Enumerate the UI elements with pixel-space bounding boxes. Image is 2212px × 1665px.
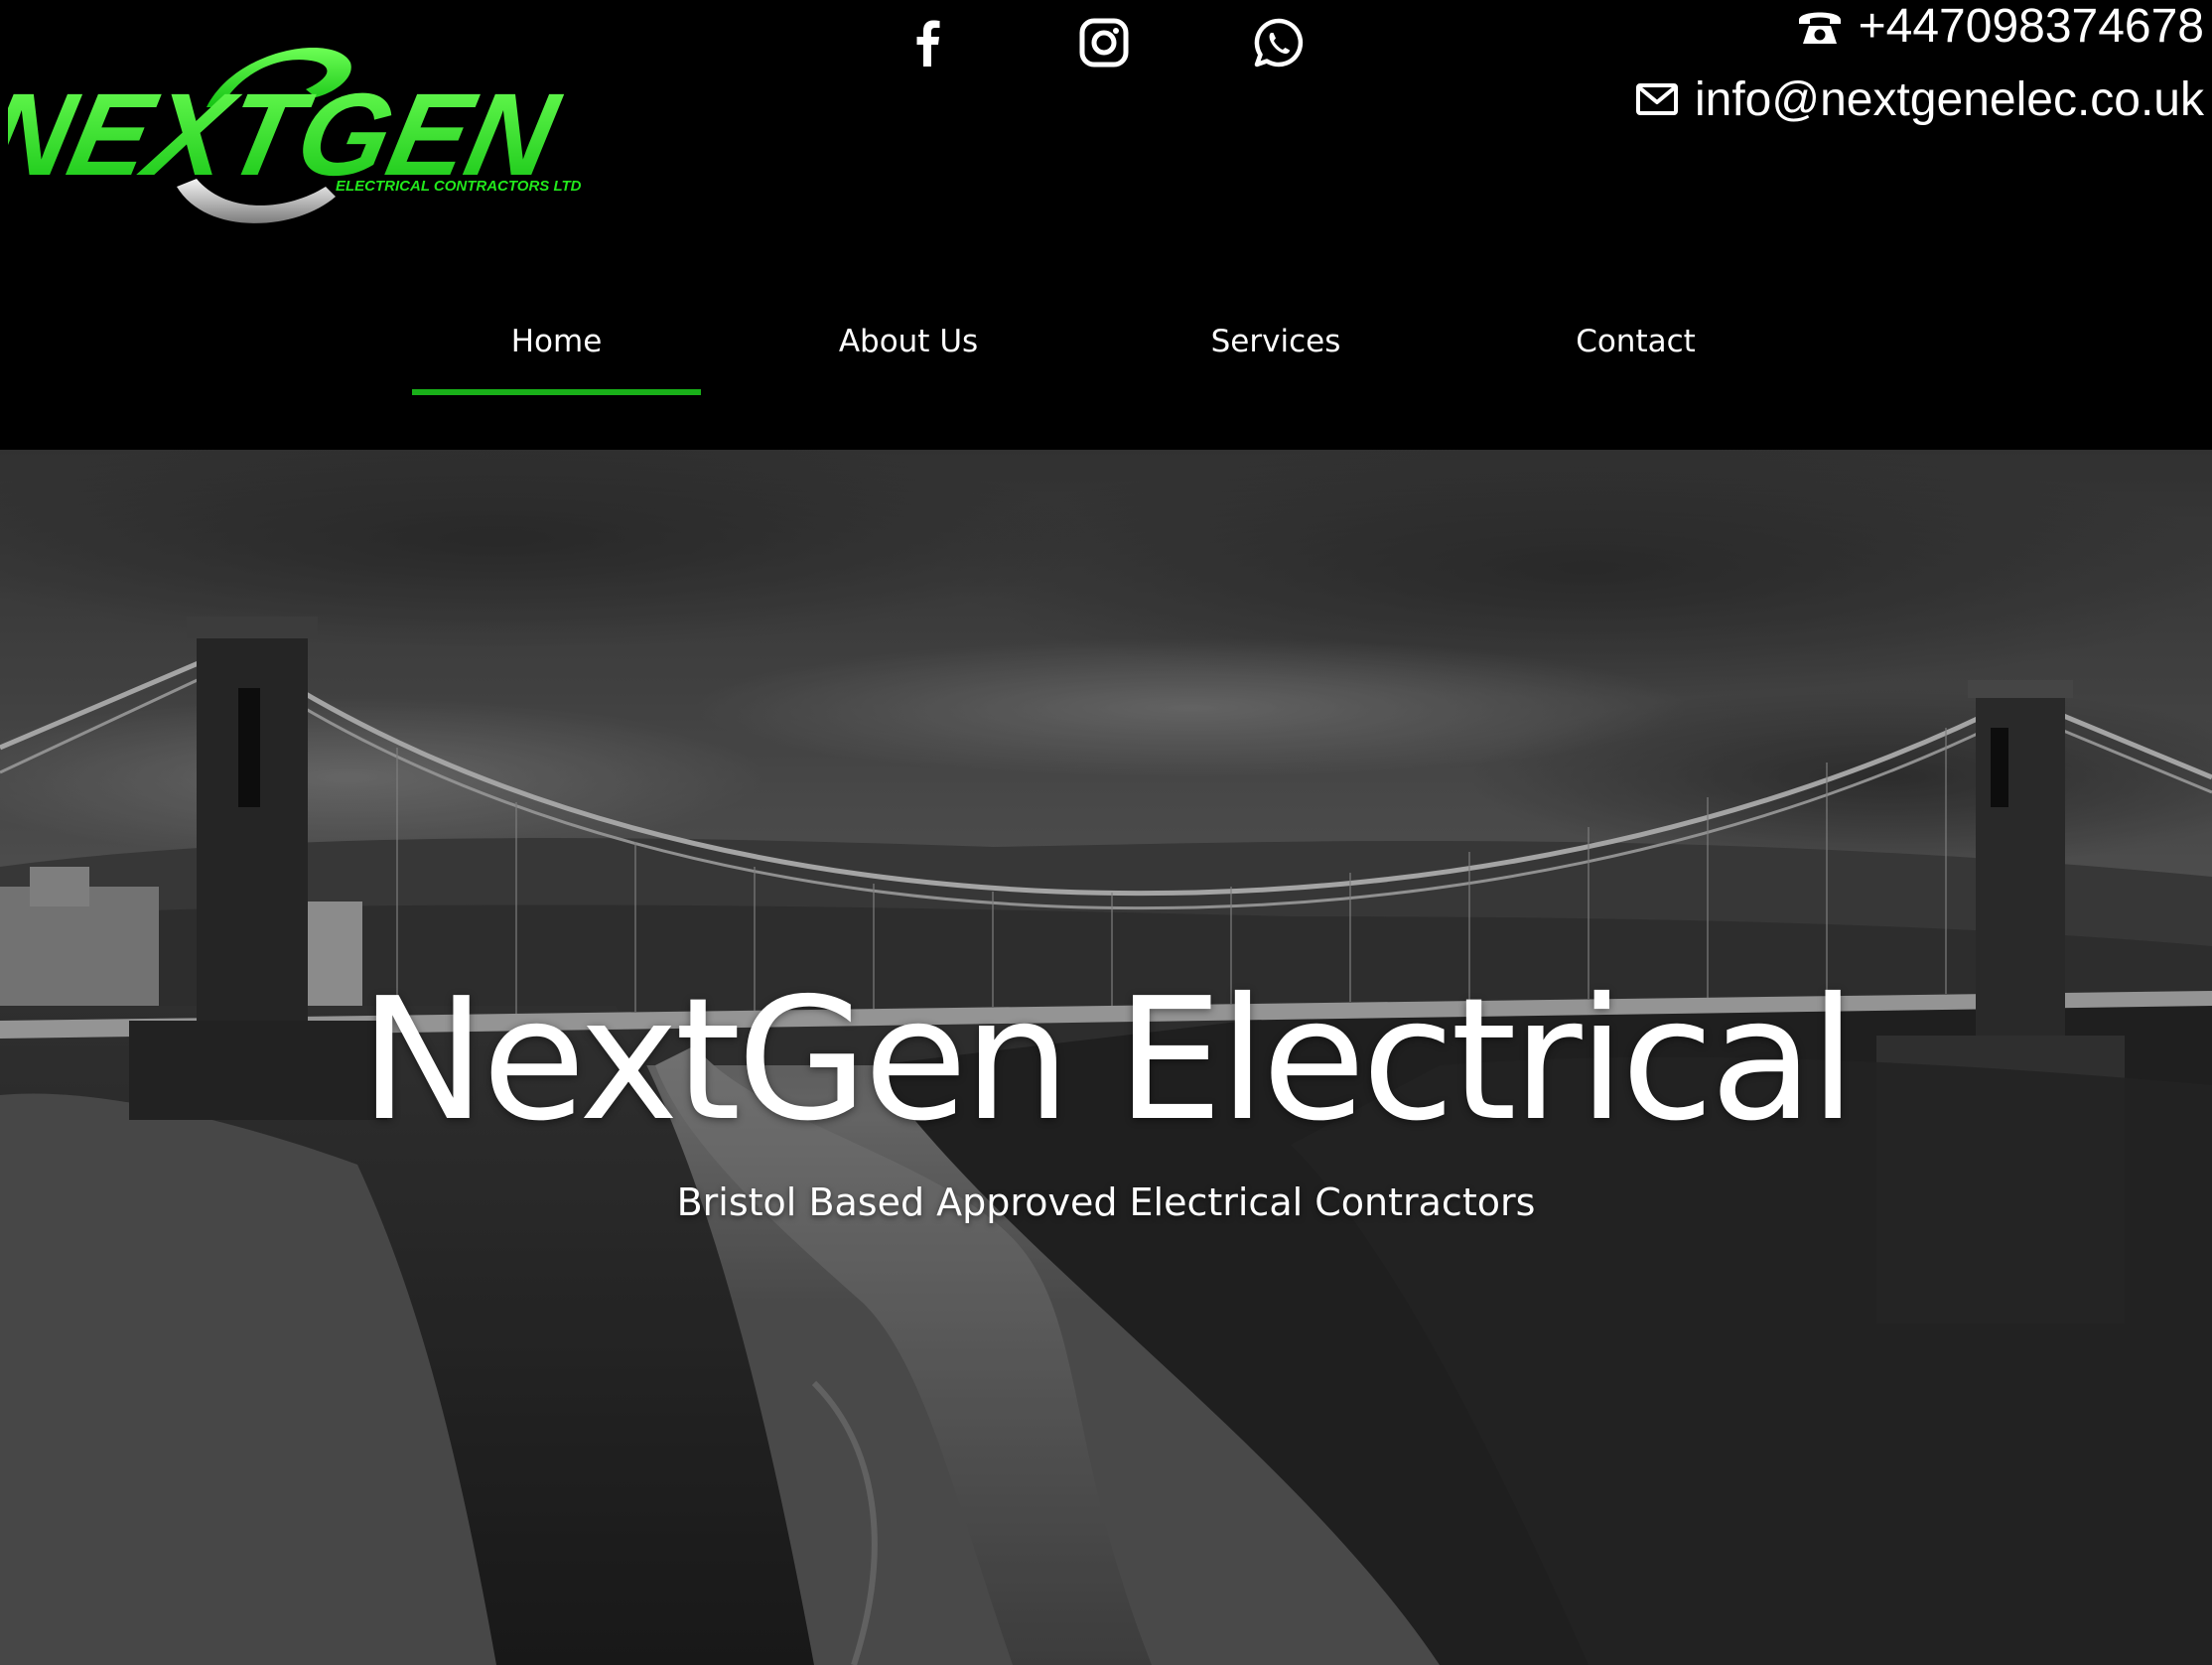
- instagram-icon: [1079, 18, 1129, 68]
- phone-number[interactable]: +447098374678: [1859, 0, 2204, 54]
- whatsapp-icon: [1254, 18, 1304, 68]
- telephone-icon: [1797, 6, 1843, 46]
- facebook-link[interactable]: [894, 8, 963, 77]
- logo-tagline: ELECTRICAL CONTRACTORS LTD: [336, 178, 582, 195]
- nextgen-logo[interactable]: NEXTGEN ELECTRICAL CONTRACTORS LTD: [8, 38, 693, 226]
- nav-services[interactable]: Services: [1172, 298, 1380, 389]
- nav-home-label: Home: [510, 324, 603, 359]
- nav-contact-label: Contact: [1576, 324, 1696, 359]
- main-nav: Home About Us Services Contact: [0, 298, 2212, 397]
- nav-home[interactable]: Home: [412, 298, 701, 395]
- instagram-link[interactable]: [1069, 8, 1139, 77]
- email-line: info@nextgenelec.co.uk: [1635, 72, 2204, 127]
- facebook-icon: [916, 20, 940, 67]
- phone-line: +447098374678: [1635, 0, 2204, 54]
- hero-subtitle: Bristol Based Approved Electrical Contra…: [676, 1180, 1536, 1224]
- site-header: NEXTGEN ELECTRICAL CONTRACTORS LTD +4470…: [0, 0, 2212, 450]
- nav-about-us-label: About Us: [838, 324, 979, 359]
- nav-services-label: Services: [1210, 324, 1341, 359]
- hero-title: NextGen Electrical: [359, 962, 1857, 1159]
- contact-info: +447098374678 info@nextgenelec.co.uk: [1635, 0, 2204, 147]
- whatsapp-link[interactable]: [1244, 8, 1313, 77]
- nav-about-us[interactable]: About Us: [794, 298, 1023, 389]
- logo-graphic: NEXTGEN ELECTRICAL CONTRACTORS LTD: [8, 48, 582, 223]
- envelope-icon: [1635, 81, 1679, 117]
- hero-section: NextGen Electrical Bristol Based Approve…: [0, 450, 2212, 1665]
- email-address[interactable]: info@nextgenelec.co.uk: [1695, 72, 2204, 127]
- nav-contact[interactable]: Contact: [1539, 298, 1732, 389]
